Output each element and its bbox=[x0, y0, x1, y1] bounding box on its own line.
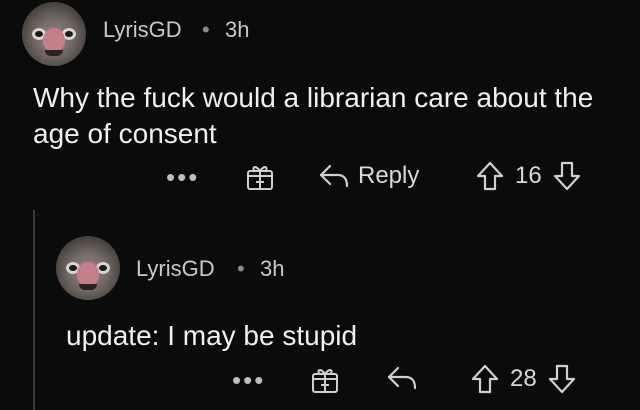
username[interactable]: LyrisGD bbox=[136, 256, 215, 282]
vote-controls: 28 bbox=[470, 363, 577, 395]
username[interactable]: LyrisGD bbox=[103, 17, 182, 43]
more-options-button[interactable]: ••• bbox=[166, 162, 199, 193]
reply-arrow-icon bbox=[319, 164, 349, 188]
timestamp: 3h bbox=[260, 256, 285, 281]
reply-button[interactable] bbox=[386, 365, 426, 391]
separator-dot: • bbox=[202, 17, 210, 42]
reply-button[interactable]: Reply bbox=[318, 162, 419, 190]
avatar[interactable] bbox=[56, 236, 120, 300]
thread-line[interactable] bbox=[33, 210, 35, 410]
upvote-arrow-icon[interactable] bbox=[470, 363, 500, 395]
more-options-button[interactable]: ••• bbox=[232, 365, 265, 396]
downvote-arrow-icon[interactable] bbox=[552, 160, 582, 192]
comment-text: update: I may be stupid bbox=[66, 320, 358, 351]
reply-label: Reply bbox=[358, 162, 420, 189]
separator-dot: • bbox=[237, 256, 245, 281]
gift-icon[interactable] bbox=[310, 365, 340, 400]
vote-count: 16 bbox=[515, 162, 542, 189]
gift-icon[interactable] bbox=[245, 162, 275, 197]
avatar[interactable] bbox=[22, 2, 86, 66]
reply-arrow-icon bbox=[387, 366, 417, 390]
vote-count: 28 bbox=[510, 365, 537, 392]
upvote-arrow-icon[interactable] bbox=[475, 160, 505, 192]
timestamp: 3h bbox=[225, 17, 250, 42]
vote-controls: 16 bbox=[475, 160, 582, 192]
comment-text: Why the fuck would a librarian care abou… bbox=[33, 82, 594, 149]
downvote-arrow-icon[interactable] bbox=[547, 363, 577, 395]
